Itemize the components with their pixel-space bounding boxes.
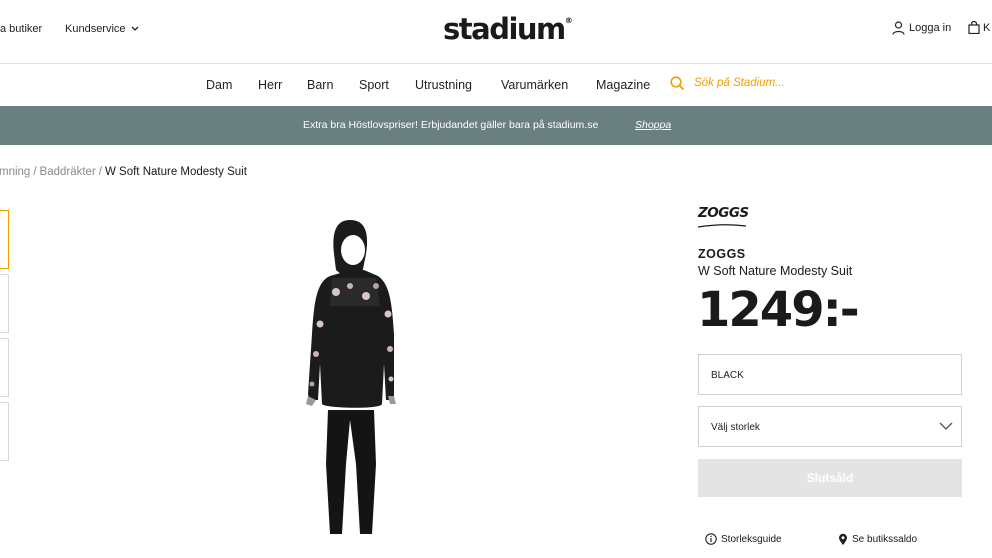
thumbnail[interactable] [0, 274, 9, 333]
breadcrumb-current: W Soft Nature Modesty Suit [105, 166, 247, 178]
bag-icon [968, 21, 980, 34]
thumbnail[interactable] [0, 338, 9, 397]
search-input[interactable] [694, 77, 814, 89]
nav-item-dam[interactable]: Dam [206, 78, 232, 92]
nav-item-herr[interactable]: Herr [258, 78, 282, 92]
breadcrumb: mning / Baddräkter / W Soft Nature Modesty S… [0, 166, 247, 178]
thumbnail[interactable] [0, 210, 9, 269]
login-button[interactable]: Logga in [892, 21, 951, 35]
location-pin-icon [839, 533, 847, 545]
user-icon [892, 21, 905, 35]
color-selector[interactable]: BLACK [698, 354, 962, 395]
stores-link[interactable]: a butiker [0, 23, 42, 35]
chevron-down-icon [131, 26, 139, 31]
breadcrumb-link[interactable]: mning [0, 166, 30, 178]
color-value: BLACK [711, 370, 744, 381]
customer-service-menu[interactable]: Kundservice [65, 23, 139, 35]
search-icon[interactable] [670, 76, 685, 91]
chevron-down-icon [939, 422, 953, 430]
top-bar: a butiker Kundservice stadium® Logga in … [0, 0, 992, 64]
main-nav: Dam Herr Barn Sport Utrustning Varumärke… [0, 64, 992, 106]
product-price: 1249:- [697, 282, 860, 338]
nav-item-utrustning[interactable]: Utrustning [415, 78, 472, 92]
thumbnail[interactable] [0, 402, 9, 461]
promo-shop-link[interactable]: Shoppa [635, 119, 671, 131]
nav-item-varumarken[interactable]: Varumärken [501, 78, 568, 92]
info-icon [705, 533, 717, 545]
brand-logo-underline [698, 224, 747, 228]
nav-item-magazine[interactable]: Magazine [596, 78, 650, 92]
promo-banner: Extra bra Höstlovspriser! Erbjudandet gä… [0, 106, 992, 145]
size-guide-link[interactable]: Storleksguide [705, 533, 782, 545]
product-title: W Soft Nature Modesty Suit [698, 264, 853, 278]
nav-item-barn[interactable]: Barn [307, 78, 333, 92]
product-image [306, 220, 396, 534]
store-stock-link[interactable]: Se butikssaldo [838, 533, 917, 546]
stadium-logo[interactable]: stadium® [443, 12, 573, 46]
sold-out-button[interactable]: Slutsåld [698, 459, 962, 497]
size-select[interactable]: Välj storlek [698, 406, 962, 447]
promo-text: Extra bra Höstlovspriser! Erbjudandet gä… [303, 119, 599, 131]
breadcrumb-link[interactable]: Baddräkter [40, 166, 96, 178]
cart-button[interactable]: K [968, 21, 990, 34]
nav-item-sport[interactable]: Sport [359, 78, 389, 92]
brand-name: ZOGGS [698, 247, 746, 261]
brand-logo[interactable]: ZOGGS [698, 205, 749, 221]
size-placeholder: Välj storlek [711, 422, 760, 433]
